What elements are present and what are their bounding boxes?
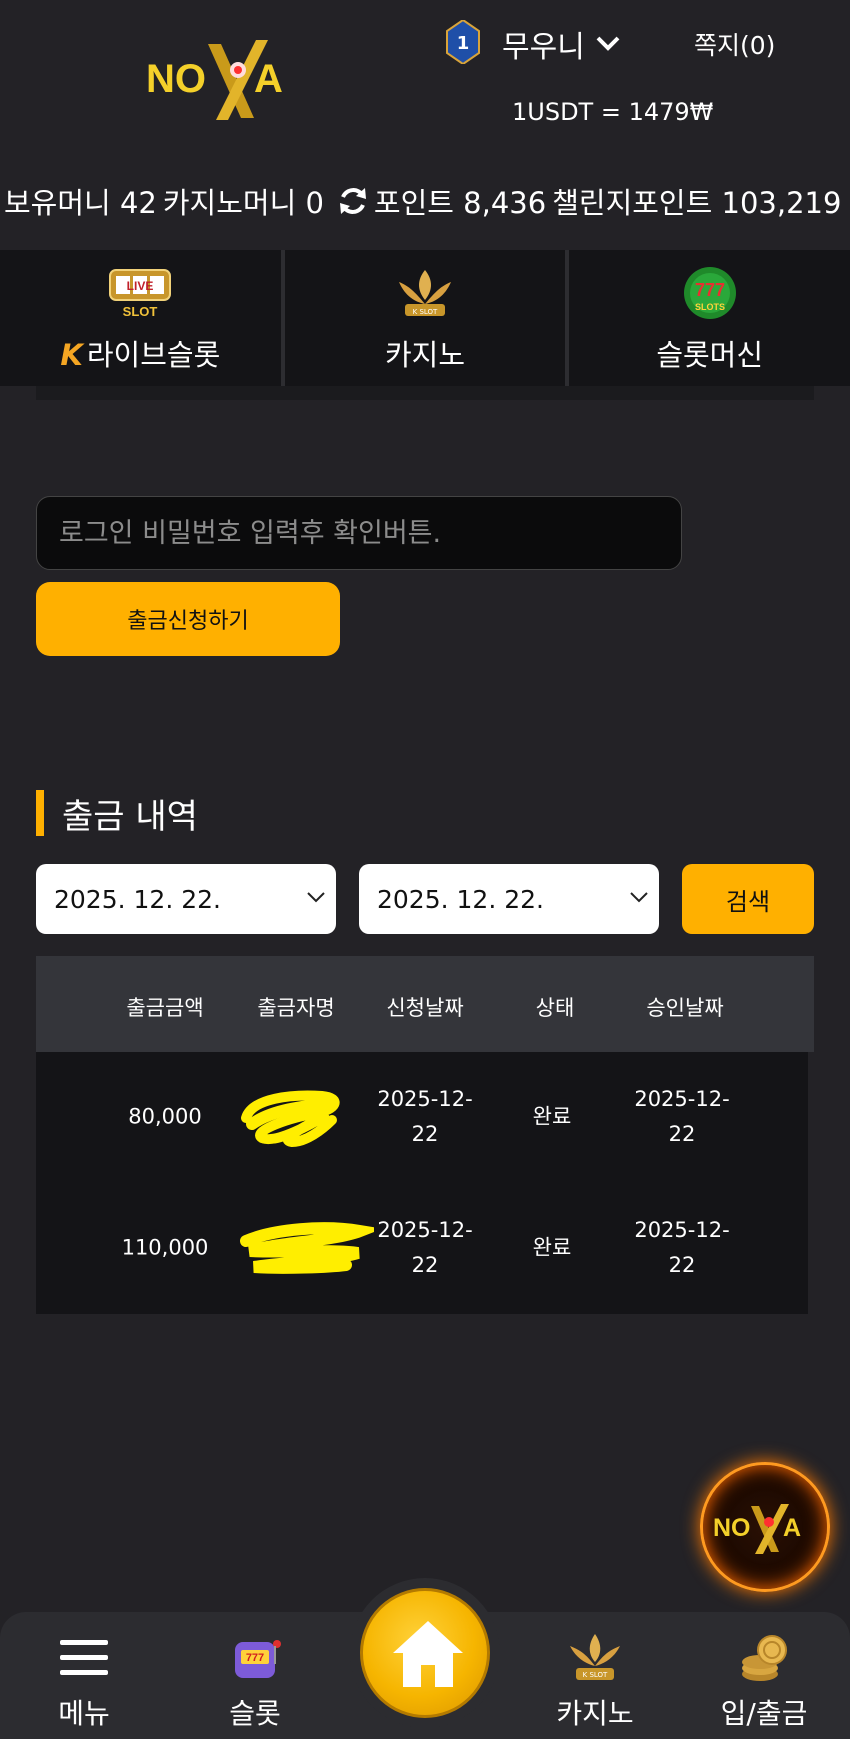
points: 포인트 8,436 [373, 186, 547, 220]
sub-nav-strip [36, 386, 814, 400]
refresh-icon[interactable] [336, 184, 370, 218]
amount-cell: 110,000 [121, 1235, 209, 1260]
tab-casino[interactable]: K SLOT 카지노 [285, 250, 570, 386]
nav-menu[interactable]: 메뉴 [24, 1612, 144, 1739]
approve-date-cell: 2025-12- 22 [634, 1218, 730, 1277]
header: NO A 1 무우니 쪽지(0) 1USDT = 1479₩ 보유머니 42 카… [0, 0, 850, 250]
live-slot-icon: LIVE SLOT [109, 269, 172, 319]
777-slots-icon: 777 SLOTS [683, 267, 736, 319]
nova-logo-icon: NO A [713, 1504, 801, 1554]
redacted-name-scribble [241, 1090, 340, 1148]
title-accent-bar [36, 790, 44, 836]
tab-casino-label: 카지노 [384, 338, 466, 372]
chevron-down-icon [630, 892, 648, 903]
status-cell: 완료 [532, 1235, 572, 1260]
svg-text:A: A [783, 1514, 801, 1542]
approve-date-cell: 2025-12- 22 [634, 1087, 730, 1146]
category-tabs: LIVE SLOT K 라이브슬롯 K SLOT 카지노 777 SLOTS 슬롯… [0, 250, 850, 386]
history-title-text: 출금 내역 [62, 796, 198, 837]
tab-live-slot-label: 라이브슬롯 [86, 338, 221, 372]
password-input[interactable] [36, 496, 682, 570]
nav-casino-label: 카지노 [556, 1697, 634, 1730]
tab-live-slot[interactable]: LIVE SLOT K 라이브슬롯 [0, 250, 285, 386]
redacted-name-scribble [240, 1222, 374, 1274]
amount-cell: 80,000 [128, 1104, 202, 1129]
casino-money: 카지노머니 0 [162, 186, 324, 220]
tab-slot-machine-label: 슬롯머신 [656, 338, 764, 372]
table-row: 80,000 2025-12- 22 완료 2025-12- 22 [36, 1052, 808, 1183]
rank-badge-icon: 1 [446, 20, 480, 64]
home-button[interactable] [360, 1588, 490, 1718]
history-title: 출금 내역 [36, 790, 198, 837]
table-row: 110,000 2025-12- 22 완료 2025-12- 22 [36, 1183, 808, 1314]
hamburger-menu-icon [60, 1640, 108, 1675]
nova-floating-button[interactable]: NO A [700, 1462, 830, 1592]
svg-text:NO: NO [713, 1514, 751, 1542]
search-button[interactable]: 검색 [682, 864, 814, 934]
status-cell: 완료 [532, 1104, 572, 1129]
nav-menu-label: 메뉴 [58, 1697, 110, 1730]
svg-text:777: 777 [246, 1652, 264, 1664]
nova-logo[interactable]: NO A [146, 34, 316, 126]
nav-deposit-withdraw-label: 입/출금 [720, 1697, 808, 1730]
balance-bar: 보유머니 42 카지노머니 0 포인트 8,436 챌린지포인트 103,219 [4, 180, 850, 222]
svg-text:K SLOT: K SLOT [413, 308, 438, 316]
column-header: 상태 [535, 996, 575, 1020]
table-header: 출금금액 출금자명 신청날짜 상태 승인날짜 [36, 956, 814, 1052]
request-date-cell: 2025-12- 22 [377, 1218, 473, 1277]
column-header: 승인날짜 [646, 996, 724, 1020]
chevron-down-icon [596, 36, 620, 51]
username: 무우니 [502, 30, 585, 65]
holding-money: 보유머니 42 [4, 186, 157, 220]
nav-slot[interactable]: 777 슬롯 [195, 1612, 315, 1739]
chevron-down-icon [307, 892, 325, 903]
k-brand-icon: K [60, 338, 83, 372]
column-header: 신청날짜 [386, 996, 464, 1020]
exchange-rate: 1USDT = 1479₩ [512, 98, 714, 126]
svg-text:NO: NO [146, 57, 206, 101]
k-slot-icon: K SLOT [399, 270, 451, 316]
svg-text:K SLOT: K SLOT [583, 1671, 608, 1679]
withdraw-apply-button[interactable]: 출금신청하기 [36, 582, 340, 656]
start-date-value: 2025. 12. 22. [54, 884, 221, 914]
svg-text:SLOTS: SLOTS [695, 302, 725, 312]
column-header: 출금금액 [126, 996, 204, 1020]
messages-link[interactable]: 쪽지(0) [694, 26, 775, 62]
start-date-select[interactable]: 2025. 12. 22. [36, 864, 336, 934]
end-date-select[interactable]: 2025. 12. 22. [359, 864, 659, 934]
column-header: 출금자명 [257, 996, 335, 1020]
nav-deposit-withdraw[interactable]: 입/출금 [704, 1612, 824, 1739]
k-slot-icon: K SLOT [570, 1634, 620, 1680]
challenge-points: 챌린지포인트 103,219 [552, 186, 842, 220]
user-menu-button[interactable]: 무우니 [502, 22, 621, 66]
nav-slot-label: 슬롯 [229, 1697, 281, 1730]
coin-stack-icon [742, 1635, 787, 1681]
nav-casino[interactable]: K SLOT 카지노 [535, 1612, 655, 1739]
end-date-value: 2025. 12. 22. [377, 884, 544, 914]
svg-text:LIVE: LIVE [127, 279, 154, 293]
tab-slot-machine[interactable]: 777 SLOTS 슬롯머신 [569, 250, 850, 386]
svg-text:SLOT: SLOT [123, 304, 158, 319]
history-table: 80,000 2025-12- 22 완료 2025-12- 22 110,000 … [36, 1052, 808, 1314]
rank-level: 1 [457, 33, 470, 54]
svg-text:A: A [254, 57, 283, 101]
slot-machine-icon: 777 [235, 1640, 281, 1678]
request-date-cell: 2025-12- 22 [377, 1087, 473, 1146]
svg-text:777: 777 [695, 280, 725, 300]
home-icon [393, 1621, 463, 1687]
